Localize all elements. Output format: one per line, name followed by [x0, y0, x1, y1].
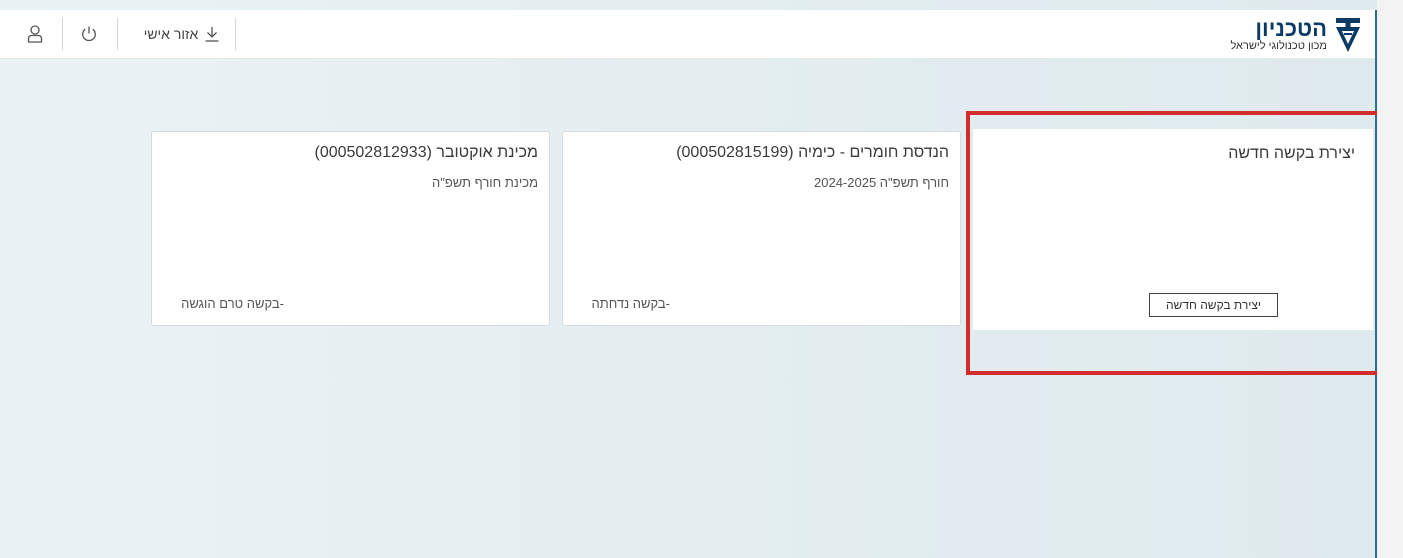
- new-request-title: יצירת בקשה חדשה: [1228, 145, 1355, 162]
- logo-title: הטכניון: [1255, 15, 1327, 41]
- toolbar-separator: [62, 18, 63, 50]
- program-card[interactable]: מכינת אוקטובר (000502812933) מכינת חורף …: [151, 131, 550, 326]
- new-request-card: יצירת בקשה חדשה יצירת בקשה חדשה: [973, 129, 1373, 330]
- toolbar-separator: [235, 18, 236, 50]
- user-icon: [27, 25, 43, 43]
- top-bar: אזור אישי הטכניון מכון טכנולוגי לישראל: [0, 10, 1375, 59]
- card-status: -בקשה טרם הוגשה: [181, 296, 284, 311]
- download-icon: [205, 27, 219, 42]
- toolbar-separator: [117, 18, 118, 50]
- card-subtitle: חורף תשפ"ה 2024-2025: [814, 175, 949, 190]
- personal-area-label: אזור אישי: [143, 26, 199, 42]
- card-status: -בקשה נדחתה: [591, 296, 670, 311]
- scrollbar-track[interactable]: [1377, 0, 1403, 558]
- card-title: מכינת אוקטובר (000502812933): [314, 144, 538, 161]
- personal-area-button[interactable]: אזור אישי: [134, 10, 224, 58]
- app-background: אזור אישי הטכניון מכון טכנולוגי לישראל מ…: [0, 0, 1382, 558]
- technion-emblem-icon: [1336, 18, 1360, 52]
- user-button[interactable]: [22, 10, 48, 58]
- power-icon: [82, 26, 96, 42]
- logout-button[interactable]: [76, 10, 102, 58]
- program-card[interactable]: הנדסת חומרים - כימיה (000502815199) חורף…: [562, 131, 961, 326]
- card-subtitle: מכינת חורף תשפ"ה: [432, 175, 538, 190]
- logo-subtitle: מכון טכנולוגי לישראל: [1230, 39, 1327, 52]
- create-request-button[interactable]: יצירת בקשה חדשה: [1149, 293, 1278, 317]
- technion-logo[interactable]: הטכניון מכון טכנולוגי לישראל: [1230, 12, 1363, 58]
- card-title: הנדסת חומרים - כימיה (000502815199): [676, 144, 949, 161]
